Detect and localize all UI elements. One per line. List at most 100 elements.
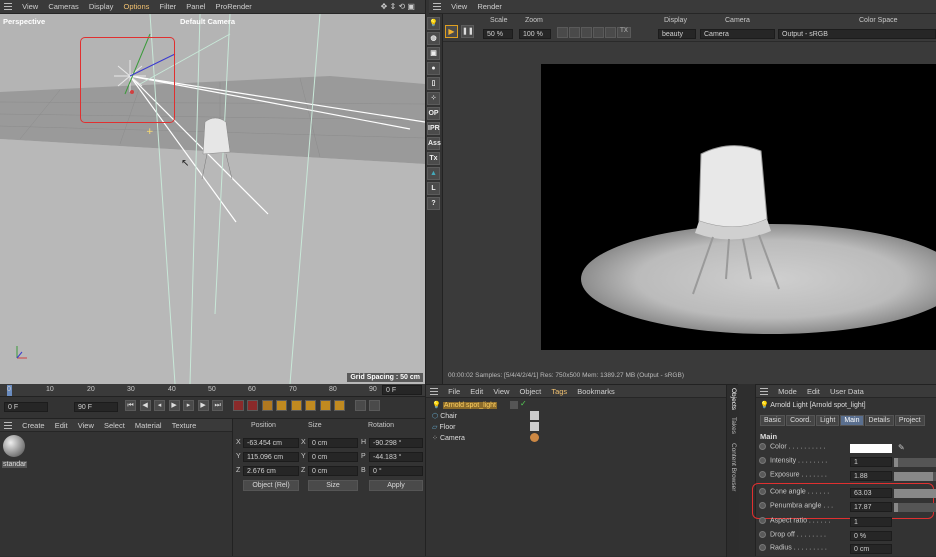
last-frame-button[interactable]: ⏭ (212, 400, 224, 412)
animate-dot[interactable] (759, 457, 766, 464)
viewport-menu-cameras[interactable]: Cameras (44, 0, 82, 14)
zoom-field[interactable]: 100 % (519, 29, 551, 39)
tab-content-browser[interactable]: Content Browser (729, 443, 738, 491)
check-icon[interactable]: ✓ (520, 399, 527, 408)
animate-dot[interactable] (759, 531, 766, 538)
light-icon[interactable]: 💡 (427, 17, 440, 30)
material-tag-icon[interactable] (530, 422, 539, 431)
op-button[interactable]: OP (427, 107, 440, 120)
material-menu-view[interactable]: View (74, 419, 98, 433)
drop-off-field[interactable]: 0 % (850, 531, 892, 541)
exposure-field[interactable]: 1.88 (850, 471, 892, 481)
viewport-scene[interactable]: + ↖ (0, 14, 425, 384)
material-menu-select[interactable]: Select (100, 419, 129, 433)
globe-icon[interactable]: ◍ (427, 32, 440, 45)
panel-menu-icon[interactable] (4, 3, 12, 10)
camera-dropdown[interactable]: Camera (700, 29, 775, 39)
play-button[interactable]: ▶ (445, 25, 458, 38)
help-button[interactable]: ? (427, 197, 440, 210)
objects-menu-view[interactable]: View (489, 385, 513, 399)
exposure-slider[interactable] (894, 472, 936, 481)
size-z-field[interactable]: 0 cm (308, 466, 358, 476)
tab-takes[interactable]: Takes (729, 417, 738, 434)
material-tag-icon[interactable] (530, 411, 539, 420)
dots-icon[interactable]: ⁘ (427, 92, 440, 105)
attributes-menu-mode[interactable]: Mode (774, 385, 801, 399)
object-row[interactable]: 💡 Arnold spot_light ✓ (432, 399, 722, 411)
pla-key-button[interactable] (334, 400, 346, 412)
viewport-menu-prorender[interactable]: ProRender (212, 0, 256, 14)
animate-dot[interactable] (759, 544, 766, 551)
render-panel-menu-icon[interactable] (433, 3, 441, 10)
tab-main[interactable]: Main (840, 415, 864, 426)
intensity-field[interactable]: 1 (850, 457, 892, 467)
first-frame-button[interactable]: ⏮ (125, 400, 136, 412)
size-x-field[interactable]: 0 cm (308, 438, 358, 448)
animate-dot[interactable] (759, 517, 766, 524)
arnold-logo-icon[interactable]: ▲ (427, 167, 440, 180)
pause-button[interactable]: ❚❚ (461, 25, 474, 38)
current-frame-field[interactable]: 0 F (4, 402, 48, 412)
display-dropdown[interactable]: beauty (658, 29, 696, 39)
objects-menu-edit[interactable]: Edit (466, 385, 487, 399)
autokey-button[interactable] (247, 400, 259, 412)
next-frame-button[interactable]: ▸ (183, 400, 195, 412)
size-mode-dropdown[interactable]: Size (308, 480, 358, 491)
l-button[interactable]: L (427, 182, 440, 195)
aspect-ratio-field[interactable]: 1 (850, 517, 892, 527)
object-row[interactable]: ⬡ Chair (432, 411, 722, 422)
tab-project[interactable]: Project (894, 415, 925, 426)
viewport-camera-label[interactable]: Default Camera (180, 17, 235, 26)
next-key-button[interactable]: ▶ (197, 400, 209, 412)
render-tool-icons[interactable]: TX (557, 27, 632, 38)
viewport-menu-display[interactable]: Display (85, 0, 118, 14)
move-key-button[interactable] (276, 400, 288, 412)
pos-x-field[interactable]: -63.454 cm (243, 438, 299, 448)
tab-light[interactable]: Light (816, 415, 840, 426)
pos-z-field[interactable]: 2.676 cm (243, 466, 299, 476)
animate-dot[interactable] (759, 502, 766, 509)
cone-angle-field[interactable]: 63.03 (850, 488, 892, 498)
visibility-dots[interactable] (510, 401, 518, 409)
size-y-field[interactable]: 0 cm (308, 452, 358, 462)
material-panel-menu-icon[interactable] (4, 422, 12, 429)
render-menu-view[interactable]: View (447, 0, 471, 14)
animate-dot[interactable] (759, 488, 766, 495)
object-row[interactable]: ⁘ Camera (432, 433, 722, 444)
penumbra-angle-field[interactable]: 17.87 (850, 502, 892, 512)
eyedropper-icon[interactable]: ✎ (898, 443, 905, 452)
play-forward-button[interactable]: ▶ (168, 400, 180, 412)
color-swatch[interactable] (850, 444, 892, 453)
radius-field[interactable]: 0 cm (850, 544, 892, 554)
material-menu-edit[interactable]: Edit (51, 419, 72, 433)
pos-y-field[interactable]: 115.096 cm (243, 452, 299, 462)
rotate-key-button[interactable] (305, 400, 317, 412)
animate-dot[interactable] (759, 443, 766, 450)
viewport-nav-icons[interactable]: ✥ ⇕ ⟲ ▣ (377, 0, 419, 14)
tx-button[interactable]: Tx (427, 152, 440, 165)
scale-field[interactable]: 50 % (483, 29, 513, 39)
timeline-menu-button[interactable] (369, 400, 381, 412)
cube-icon[interactable]: ▣ (427, 47, 440, 60)
param-key-button[interactable] (319, 400, 331, 412)
viewport-menu-panel[interactable]: Panel (182, 0, 209, 14)
material-name[interactable]: standar (2, 461, 28, 468)
objects-panel-menu-icon[interactable] (430, 388, 438, 395)
scale-key-button[interactable] (290, 400, 302, 412)
motion-path-button[interactable] (354, 400, 366, 412)
ipr-button[interactable]: IPR (427, 122, 440, 135)
object-name[interactable]: Floor (439, 424, 455, 431)
prev-key-button[interactable]: ◀ (139, 400, 151, 412)
penumbra-angle-slider[interactable] (894, 503, 936, 512)
prev-frame-button[interactable]: ◂ (154, 400, 166, 412)
coord-mode-dropdown[interactable]: Object (Rel) (243, 480, 299, 491)
objects-menu-file[interactable]: File (444, 385, 464, 399)
material-menu-material[interactable]: Material (131, 419, 166, 433)
rot-p-field[interactable]: -44.183 ° (369, 452, 423, 462)
object-name[interactable]: Arnold spot_light (442, 402, 497, 409)
intensity-slider[interactable] (894, 458, 936, 467)
objects-menu-bookmarks[interactable]: Bookmarks (573, 385, 619, 399)
max-frame-field[interactable]: 90 F (74, 402, 118, 412)
material-thumbnail[interactable] (3, 435, 25, 457)
file-icon[interactable]: ▯ (427, 77, 440, 90)
